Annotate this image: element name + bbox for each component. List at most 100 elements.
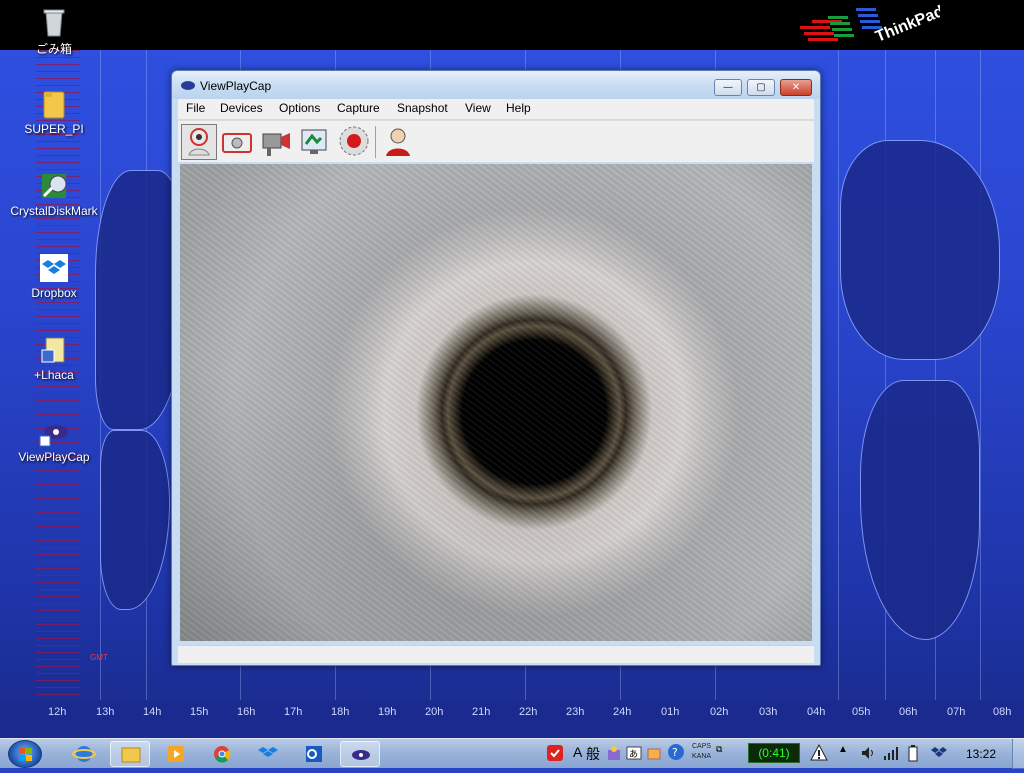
time-label: 19h bbox=[378, 706, 397, 718]
ime-input-mode[interactable]: A bbox=[573, 744, 582, 760]
recycle-bin-icon bbox=[38, 6, 70, 38]
grid-line bbox=[838, 50, 839, 738]
taskbar-dropbox[interactable] bbox=[248, 741, 288, 767]
record-button[interactable] bbox=[337, 124, 373, 160]
desktop-icon-label: SUPER_PI bbox=[24, 122, 84, 136]
continent-shape bbox=[100, 430, 170, 610]
desktop-icon-recycle-bin[interactable]: ごみ箱 bbox=[4, 6, 104, 57]
taskbar-ie[interactable] bbox=[64, 741, 104, 767]
time-label: 06h bbox=[899, 706, 918, 718]
show-desktop-button[interactable] bbox=[1012, 739, 1024, 769]
clock[interactable]: 13:22 bbox=[966, 747, 996, 761]
dropbox-tray-icon[interactable] bbox=[930, 744, 948, 762]
time-label: 17h bbox=[284, 706, 303, 718]
caps-lock-indicator: CAPS bbox=[692, 743, 712, 750]
time-label: 03h bbox=[759, 706, 778, 718]
time-label: 15h bbox=[190, 706, 209, 718]
camera-icon bbox=[222, 133, 252, 153]
webcam-button[interactable] bbox=[181, 124, 217, 160]
lhaca-icon bbox=[38, 334, 70, 366]
time-label: 20h bbox=[425, 706, 444, 718]
outlook-icon bbox=[306, 746, 322, 762]
record-icon bbox=[339, 126, 369, 156]
viewplaycap-icon bbox=[352, 750, 370, 760]
menu-capture[interactable]: Capture bbox=[337, 101, 380, 115]
status-bar bbox=[178, 645, 814, 663]
time-label: 05h bbox=[852, 706, 871, 718]
app-eye-icon bbox=[181, 81, 195, 90]
maximize-button[interactable]: ▢ bbox=[747, 79, 775, 96]
continent-shape bbox=[840, 140, 1000, 360]
taskbar-chrome[interactable] bbox=[202, 741, 242, 767]
taskbar-explorer[interactable] bbox=[110, 741, 150, 767]
snapshot-button[interactable] bbox=[220, 124, 256, 160]
chrome-icon bbox=[214, 746, 231, 763]
svg-text:ThinkPad: ThinkPad bbox=[873, 3, 940, 46]
desktop-icon-super-pi[interactable]: SUPER_PI bbox=[4, 88, 104, 136]
menu-view[interactable]: View bbox=[465, 101, 491, 115]
title-bar[interactable]: ViewPlayCap — ▢ ✕ bbox=[172, 71, 820, 99]
desktop-icon-lhaca[interactable]: +Lhaca bbox=[4, 334, 104, 382]
time-label: 21h bbox=[472, 706, 491, 718]
desktop-icon-dropbox[interactable]: Dropbox bbox=[4, 252, 104, 300]
desktop-icon-crystaldiskmark[interactable]: CrystalDiskMark bbox=[4, 170, 104, 218]
windows-logo-icon bbox=[19, 748, 32, 761]
network-signal-icon[interactable] bbox=[883, 745, 899, 761]
kana-indicator: KANA bbox=[692, 753, 712, 760]
webcam-icon bbox=[188, 128, 210, 156]
user-icon bbox=[386, 128, 410, 156]
user-button[interactable] bbox=[381, 124, 417, 160]
desktop-icon-viewplaycap[interactable]: ViewPlayCap bbox=[4, 416, 104, 464]
minimize-button[interactable]: — bbox=[714, 79, 742, 96]
menu-options[interactable]: Options bbox=[279, 101, 320, 115]
time-label: 18h bbox=[331, 706, 350, 718]
media-player-icon bbox=[168, 746, 184, 762]
toolbar bbox=[178, 120, 814, 162]
battery-timer[interactable]: (0:41) bbox=[748, 743, 800, 763]
time-label: 24h bbox=[613, 706, 632, 718]
tray-security-icon[interactable] bbox=[546, 744, 564, 762]
battery-icon[interactable] bbox=[906, 744, 920, 762]
volume-icon[interactable] bbox=[860, 745, 876, 761]
ie-icon bbox=[72, 746, 96, 762]
video-capture-button[interactable] bbox=[259, 124, 295, 160]
warning-icon[interactable] bbox=[810, 744, 828, 762]
svg-text:?: ? bbox=[672, 746, 678, 759]
window-title: ViewPlayCap bbox=[200, 79, 272, 93]
ime-pad-icon[interactable] bbox=[646, 744, 662, 762]
menu-help[interactable]: Help bbox=[506, 101, 531, 115]
close-button[interactable]: ✕ bbox=[780, 79, 812, 96]
time-label: 22h bbox=[519, 706, 538, 718]
display-settings-icon bbox=[301, 129, 327, 154]
desktop-icon-label: ViewPlayCap bbox=[18, 450, 90, 464]
taskbar-media-player[interactable] bbox=[156, 741, 196, 767]
menu-bar: File Devices Options Capture Snapshot Vi… bbox=[178, 99, 814, 119]
ime-dictionary-icon[interactable]: あ bbox=[626, 744, 642, 762]
menu-file[interactable]: File bbox=[186, 101, 205, 115]
toolbar-separator bbox=[375, 126, 376, 158]
dropbox-icon bbox=[38, 252, 70, 284]
video-preview bbox=[180, 164, 812, 641]
menu-snapshot[interactable]: Snapshot bbox=[397, 101, 448, 115]
taskbar-outlook[interactable] bbox=[294, 741, 334, 767]
menu-devices[interactable]: Devices bbox=[220, 101, 263, 115]
viewplaycap-window: ViewPlayCap — ▢ ✕ File Devices Options C… bbox=[171, 70, 821, 666]
show-hidden-icons-icon[interactable]: ▲ bbox=[838, 744, 848, 755]
time-label: 13h bbox=[96, 706, 115, 718]
continent-shape bbox=[860, 380, 980, 640]
time-label: 12h bbox=[48, 706, 67, 718]
ime-conversion-mode[interactable]: 般 bbox=[586, 744, 600, 764]
folder-icon bbox=[38, 88, 70, 120]
lock-indicators: CAPS KANA bbox=[692, 742, 711, 762]
display-settings-button[interactable] bbox=[298, 124, 334, 160]
taskbar-viewplaycap[interactable] bbox=[340, 741, 380, 767]
help-icon[interactable]: ? bbox=[667, 743, 685, 761]
gmt-label: GMT bbox=[90, 653, 108, 662]
start-button[interactable] bbox=[8, 740, 42, 768]
desktop-icon-label: CrystalDiskMark bbox=[10, 204, 98, 218]
ime-tool-icon[interactable] bbox=[606, 744, 622, 762]
ime-options-icon[interactable]: ⧉ bbox=[716, 744, 722, 755]
desktop-icon-label: Dropbox bbox=[31, 286, 77, 300]
dropbox-icon bbox=[258, 747, 278, 757]
svg-text:あ: あ bbox=[629, 749, 638, 760]
